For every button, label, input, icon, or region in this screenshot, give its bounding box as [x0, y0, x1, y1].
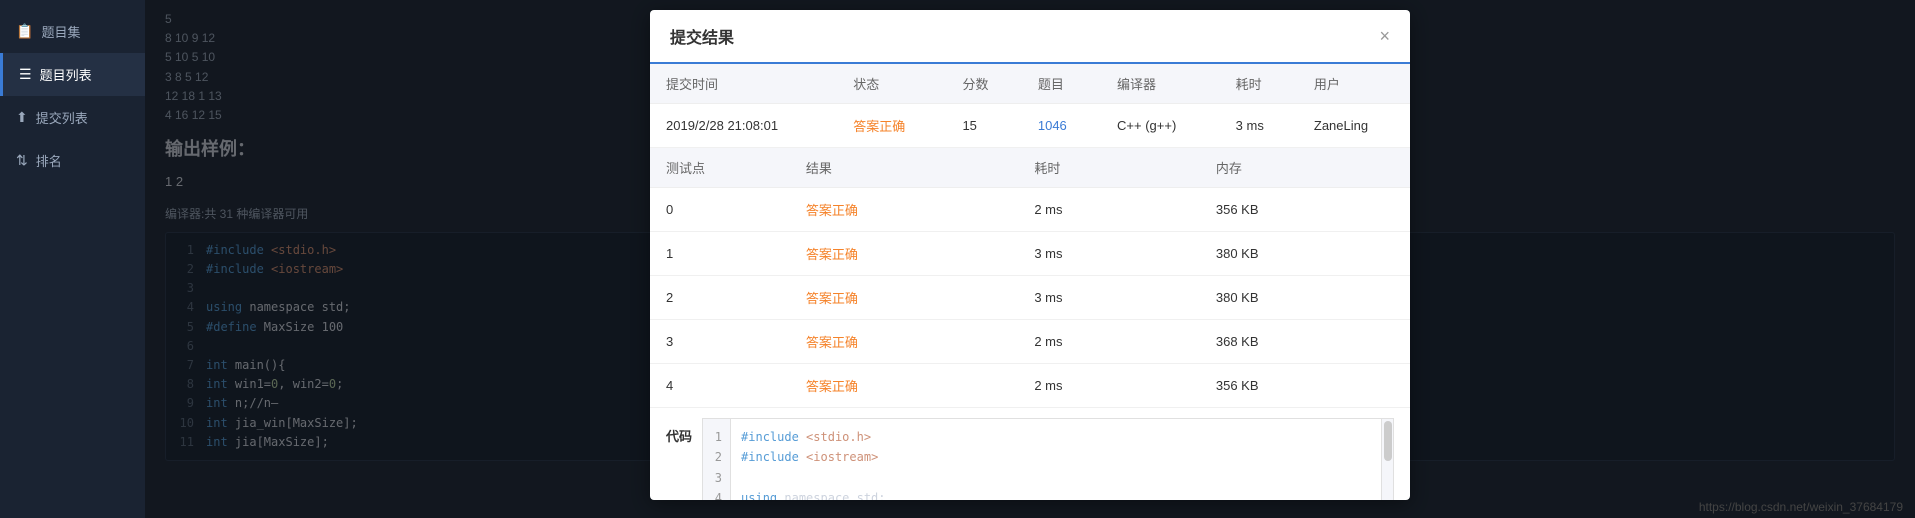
modal-body: 提交时间 状态 分数 题目 编译器 耗时 用户 2019/2/28 21:08:… [650, 64, 1410, 500]
col-compiler: 编译器 [1101, 64, 1220, 104]
submission-summary-table: 提交时间 状态 分数 题目 编译器 耗时 用户 2019/2/28 21:08:… [650, 64, 1410, 148]
submit-user: ZaneLing [1298, 104, 1410, 148]
tc-result: 答案正确 [790, 320, 955, 364]
scroll-thumb [1384, 421, 1392, 461]
main-content: 5 8 10 9 12 5 10 5 10 3 8 5 12 12 18 1 1… [145, 0, 1915, 518]
testcase-row: 2 答案正确 3 ms 380 KB [650, 276, 1410, 320]
sidebar-item-problem-set[interactable]: 📋 题目集 [0, 10, 145, 53]
submission-result-modal: 提交结果 × 提交时间 状态 分数 题目 编译器 耗时 用户 [650, 10, 1410, 500]
col-empty3 [1347, 148, 1410, 188]
testcase-row: 1 答案正确 3 ms 380 KB [650, 232, 1410, 276]
sidebar-item-ranking[interactable]: ⇅ 排名 [0, 139, 145, 182]
sidebar-item-label: 题目集 [41, 22, 80, 41]
testcase-row: 0 答案正确 2 ms 356 KB [650, 188, 1410, 232]
col-empty2 [1137, 148, 1200, 188]
col-empty1 [955, 148, 1018, 188]
submit-time: 2019/2/28 21:08:01 [650, 104, 837, 148]
code-label: 代码 [666, 418, 692, 445]
submission-list-icon: ⬆ [16, 109, 28, 126]
scrollbar[interactable] [1381, 419, 1393, 500]
tc-result: 答案正确 [790, 188, 955, 232]
tc-id: 2 [650, 276, 790, 320]
tc-id: 3 [650, 320, 790, 364]
tc-result: 答案正确 [790, 232, 955, 276]
modal-title: 提交结果 [670, 24, 734, 48]
testcase-row: 4 答案正确 2 ms 356 KB [650, 364, 1410, 408]
tc-memory: 380 KB [1200, 276, 1347, 320]
code-line-numbers: 1 2 3 4 [703, 419, 731, 500]
col-status: 状态 [837, 64, 946, 104]
testcase-table: 测试点 结果 耗时 内存 0 答案正确 2 ms 356 [650, 148, 1410, 408]
col-tc-time: 耗时 [1018, 148, 1137, 188]
col-problem: 题目 [1022, 64, 1101, 104]
col-score: 分数 [946, 64, 1021, 104]
status-text: 答案正确 [853, 119, 905, 134]
modal-header: 提交结果 × [650, 10, 1410, 64]
col-user: 用户 [1298, 64, 1410, 104]
col-memory: 内存 [1200, 148, 1347, 188]
sidebar: 📋 题目集 ☰ 题目列表 ⬆ 提交列表 ⇅ 排名 [0, 0, 145, 518]
tc-memory: 356 KB [1200, 364, 1347, 408]
sidebar-item-label: 题目列表 [40, 65, 92, 84]
tc-time: 3 ms [1018, 232, 1137, 276]
submit-score: 15 [946, 104, 1021, 148]
tc-id: 0 [650, 188, 790, 232]
testcase-header-row: 测试点 结果 耗时 内存 [650, 148, 1410, 188]
submit-compiler: C++ (g++) [1101, 104, 1220, 148]
sidebar-item-submission-list[interactable]: ⬆ 提交列表 [0, 96, 145, 139]
submit-status: 答案正确 [837, 104, 946, 148]
modal-code-content: #include <stdio.h> #include <iostream> u… [731, 419, 1381, 500]
sidebar-item-label: 排名 [36, 151, 62, 170]
tc-time: 2 ms [1018, 188, 1137, 232]
table-header-row: 提交时间 状态 分数 题目 编译器 耗时 用户 [650, 64, 1410, 104]
col-testcase-id: 测试点 [650, 148, 790, 188]
submit-problem[interactable]: 1046 [1022, 104, 1101, 148]
tc-memory: 380 KB [1200, 232, 1347, 276]
tc-result: 答案正确 [790, 364, 955, 408]
tc-time: 2 ms [1018, 320, 1137, 364]
tc-memory: 356 KB [1200, 188, 1347, 232]
sidebar-item-label: 提交列表 [36, 108, 88, 127]
modal-code-block: 1 2 3 4 #include <stdio.h> #include <ios… [702, 418, 1394, 500]
tc-memory: 368 KB [1200, 320, 1347, 364]
modal-overlay: 提交结果 × 提交时间 状态 分数 题目 编译器 耗时 用户 [145, 0, 1915, 518]
submit-time-used: 3 ms [1220, 104, 1298, 148]
ranking-icon: ⇅ [16, 152, 28, 169]
close-button[interactable]: × [1379, 27, 1390, 45]
sidebar-item-problem-list[interactable]: ☰ 题目列表 [0, 53, 145, 96]
col-submit-time: 提交时间 [650, 64, 837, 104]
testcase-row: 3 答案正确 2 ms 368 KB [650, 320, 1410, 364]
submission-row: 2019/2/28 21:08:01 答案正确 15 1046 C++ (g++… [650, 104, 1410, 148]
tc-time: 3 ms [1018, 276, 1137, 320]
tc-time: 2 ms [1018, 364, 1137, 408]
problem-set-icon: 📋 [16, 23, 33, 40]
tc-id: 1 [650, 232, 790, 276]
problem-link[interactable]: 1046 [1038, 118, 1067, 133]
tc-result: 答案正确 [790, 276, 955, 320]
tc-id: 4 [650, 364, 790, 408]
problem-list-icon: ☰ [19, 66, 32, 83]
code-area: 代码 1 2 3 4 #include <stdio.h> #include <… [650, 408, 1410, 500]
col-time-used: 耗时 [1220, 64, 1298, 104]
col-result: 结果 [790, 148, 955, 188]
